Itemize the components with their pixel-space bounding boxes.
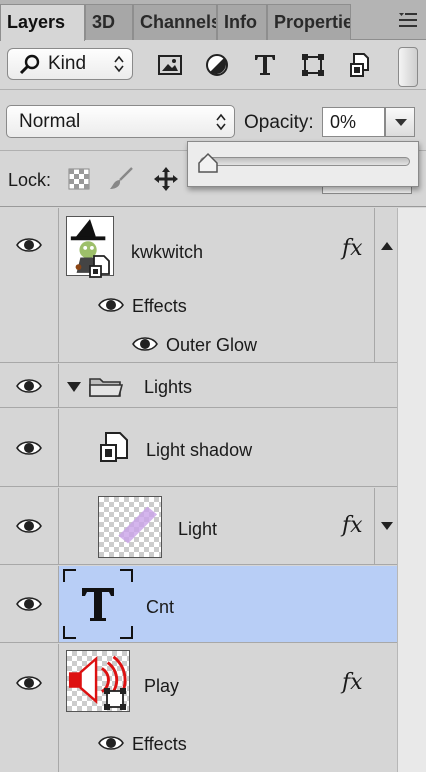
opacity-dropdown-button[interactable] [385,107,415,137]
effect-name: Outer Glow [166,335,258,355]
tab-layers[interactable]: Layers [0,4,85,41]
eye-icon[interactable] [16,595,42,613]
layer-name[interactable]: Play [144,676,179,697]
opacity-input[interactable]: 0% [322,107,385,137]
layers-list: kwkwitch fx Effects Outer Glow Lights Li… [0,208,426,772]
effects-group-row[interactable]: Effects [0,724,397,762]
layers-scrollbar[interactable] [397,208,426,772]
shape-filter-icon[interactable] [300,52,326,78]
filter-kind-select[interactable]: Kind [7,48,133,80]
tab-channels[interactable]: Channels [133,4,217,40]
layer-row-kwkwitch[interactable]: kwkwitch fx Effects Outer Glow [0,208,397,363]
effects-expand-toggle[interactable] [374,488,397,564]
adjustment-filter-icon[interactable] [204,52,230,78]
layer-effects-badge[interactable]: fx [342,513,363,538]
eye-icon[interactable] [16,674,42,692]
search-icon [19,54,40,75]
type-filter-icon[interactable] [252,52,278,78]
lock-transparent-pixels-icon[interactable] [66,166,92,192]
visibility-cell [0,566,59,642]
lock-position-icon[interactable] [153,166,179,192]
folder-icon [89,378,124,397]
eye-icon[interactable] [16,517,42,535]
text-layer-thumbnail-icon[interactable] [62,568,134,640]
eye-icon[interactable] [98,296,124,314]
layer-thumbnail-light[interactable] [98,496,162,558]
opacity-slider-popup [187,141,419,187]
eye-icon[interactable] [16,236,42,254]
opacity-slider-track[interactable] [200,157,410,166]
blend-mode-select[interactable]: Normal [6,105,235,138]
filter-kind-label: Kind [48,53,87,74]
opacity-slider-thumb[interactable] [197,152,219,174]
chevron-down-icon [381,522,393,530]
smart-object-icon [100,432,128,462]
effects-label: Effects [132,734,187,754]
smart-object-filter-icon[interactable] [348,52,374,78]
eye-icon[interactable] [16,439,42,457]
effect-row-outer-glow[interactable]: Outer Glow [0,326,397,362]
lock-label: Lock: [8,170,52,190]
image-filter-icon[interactable] [157,52,183,78]
filter-toggle-switch[interactable] [398,47,418,87]
panel-menu-icon[interactable] [398,10,418,30]
group-expand-icon[interactable] [67,382,81,392]
layer-row-lights[interactable]: Lights [0,364,397,408]
layer-name[interactable]: Lights [144,377,192,398]
tab-3d[interactable]: 3D [85,4,133,40]
visibility-cell [0,409,59,486]
layer-row-play[interactable]: Play fx Effects [0,644,397,772]
layer-effects-badge[interactable]: fx [342,236,363,261]
eye-icon[interactable] [16,377,42,395]
visibility-cell [0,488,59,564]
layer-name[interactable]: Light [178,519,217,540]
chevron-up-icon [381,242,393,250]
layer-row-light[interactable]: Light fx [0,488,397,565]
shape-badge-icon [104,688,126,710]
tab-info[interactable]: Info [217,4,267,40]
layer-name[interactable]: kwkwitch [131,242,203,263]
eye-icon[interactable] [132,335,158,353]
updown-arrows-icon [114,55,124,73]
layer-name[interactable]: Cnt [146,597,174,618]
layer-row-cnt[interactable]: Cnt [0,566,397,643]
effects-label: Effects [132,296,187,316]
eye-icon[interactable] [98,734,124,752]
layer-effects-badge[interactable]: fx [342,670,363,695]
layer-filter-bar: Kind [0,40,426,90]
opacity-label: Opacity: [244,112,314,133]
light-beam-thumbnail-icon [118,506,158,544]
layer-row-light-shadow[interactable]: Light shadow [0,409,397,487]
layer-name[interactable]: Light shadow [146,440,252,461]
visibility-cell [0,364,59,407]
smart-object-badge-icon [89,255,110,278]
updown-arrows-icon [216,113,226,131]
blend-mode-value: Normal [19,111,81,132]
lock-image-pixels-icon[interactable] [108,166,134,192]
chevron-down-icon [395,119,407,126]
tab-properties[interactable]: Properties [267,4,351,40]
panel-tab-bar: Layers 3D Channels Info Properties [0,0,426,41]
effects-group-row[interactable]: Effects [0,286,397,324]
